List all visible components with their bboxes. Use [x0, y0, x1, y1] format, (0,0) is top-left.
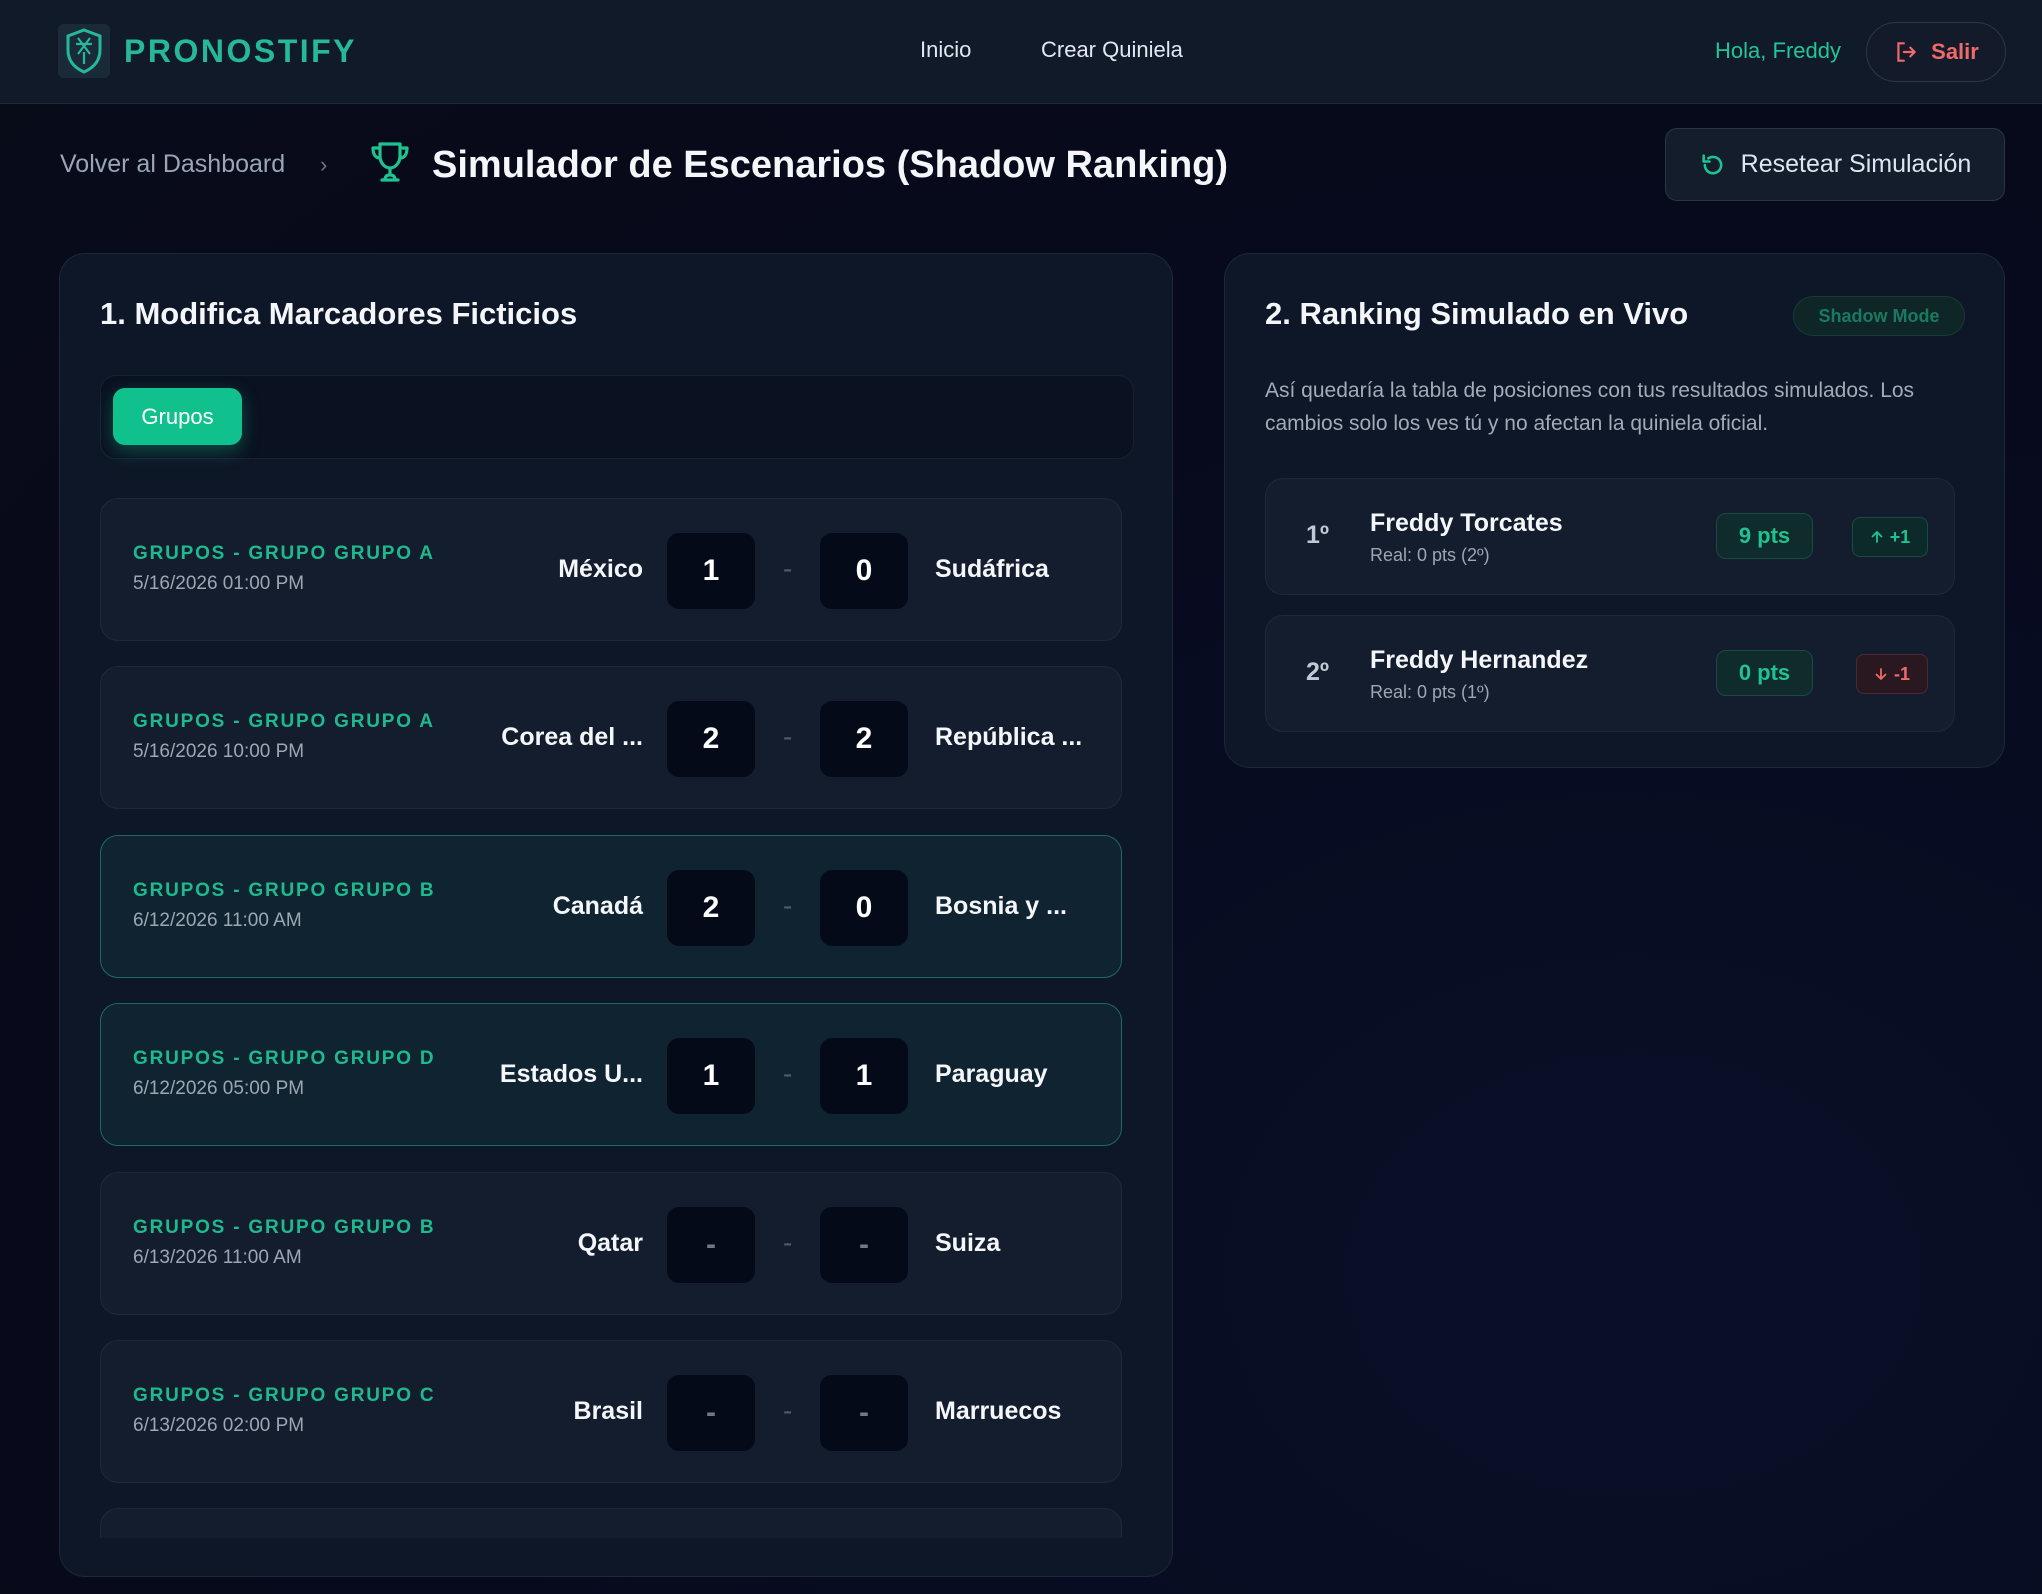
reset-icon	[1702, 153, 1723, 174]
score-separator: -	[783, 721, 793, 752]
position-change-badge: -1	[1856, 654, 1928, 694]
away-team: Marruecos	[935, 1397, 1062, 1425]
home-score-input[interactable]: 2	[667, 870, 755, 946]
ranking-row: 2º Freddy Hernandez Real: 0 pts (1º) 0 p…	[1265, 615, 1955, 732]
home-team: Estados U...	[499, 1060, 643, 1088]
score-separator: -	[783, 1395, 793, 1426]
away-score-input[interactable]: 1	[820, 1038, 908, 1114]
user-greeting: Hola, Freddy	[1715, 38, 1841, 63]
away-score-input[interactable]: -	[820, 1207, 908, 1283]
position-change-badge: +1	[1852, 517, 1928, 557]
top-navbar: PRONOSTIFY Inicio Crear Quiniela Hola, F…	[0, 0, 2042, 104]
away-team: Suiza	[935, 1229, 1001, 1257]
match-list[interactable]: GRUPOS - GRUPO GRUPO A 5/16/2026 01:00 P…	[100, 498, 1122, 1538]
away-score-input[interactable]: 2	[820, 701, 908, 777]
away-score-input[interactable]: 0	[820, 533, 908, 609]
chevron-right-icon: ›	[320, 152, 328, 177]
away-score-input[interactable]: 0	[820, 870, 908, 946]
match-date: 6/13/2026 02:00 PM	[133, 1415, 305, 1436]
match-date: 6/13/2026 11:00 AM	[133, 1247, 302, 1268]
ranking-panel-title: 2. Ranking Simulado en Vivo	[1265, 296, 1689, 331]
score-separator: -	[783, 1058, 793, 1089]
match-card: GRUPOS - GRUPO GRUPO D 6/12/2026 05:00 P…	[100, 1003, 1122, 1146]
scores-panel-title: 1. Modifica Marcadores Ficticios	[100, 296, 578, 331]
rank-position: 2º	[1306, 658, 1330, 686]
match-date: 5/16/2026 01:00 PM	[133, 573, 305, 594]
home-team: México	[558, 555, 643, 583]
shield-logo-icon	[58, 24, 110, 78]
away-team: República ...	[935, 723, 1083, 751]
reset-simulation-label: Resetear Simulación	[1740, 150, 1972, 178]
match-group: GRUPOS - GRUPO GRUPO A	[133, 711, 435, 732]
ranking-row: 1º Freddy Torcates Real: 0 pts (2º) 9 pt…	[1265, 478, 1955, 595]
score-separator: -	[783, 890, 793, 921]
real-standing: Real: 0 pts (2º)	[1370, 545, 1490, 565]
match-date: 5/16/2026 10:00 PM	[133, 741, 305, 762]
away-score-input[interactable]: -	[820, 1375, 908, 1451]
logout-button[interactable]: Salir	[1866, 22, 2006, 82]
match-group: GRUPOS - GRUPO GRUPO B	[133, 880, 436, 901]
score-separator: -	[783, 553, 793, 584]
player-name: Freddy Hernandez	[1370, 646, 1589, 674]
home-score-input[interactable]: -	[667, 1375, 755, 1451]
simulated-ranking-panel: 2. Ranking Simulado en Vivo Shadow Mode …	[1224, 253, 2005, 768]
page-title: Simulador de Escenarios (Shadow Ranking)	[432, 144, 1229, 186]
home-score-input[interactable]: 2	[667, 701, 755, 777]
logout-label: Salir	[1931, 39, 1979, 64]
score-separator: -	[783, 1227, 793, 1258]
brand-name: PRONOSTIFY	[124, 32, 358, 69]
match-group: GRUPOS - GRUPO GRUPO D	[133, 1048, 436, 1069]
arrow-up-icon	[1871, 531, 1883, 543]
logout-icon	[1897, 42, 1916, 62]
home-team: Corea del ...	[501, 723, 643, 751]
match-card: GRUPOS - GRUPO GRUPO A 5/16/2026 01:00 P…	[100, 498, 1122, 641]
points-badge: 9 pts	[1716, 513, 1813, 559]
match-card	[100, 1508, 1122, 1538]
match-date: 6/12/2026 05:00 PM	[133, 1078, 305, 1099]
home-score-input[interactable]: -	[667, 1207, 755, 1283]
player-name: Freddy Torcates	[1370, 509, 1563, 537]
away-team: Paraguay	[935, 1060, 1048, 1088]
match-card: GRUPOS - GRUPO GRUPO A 5/16/2026 10:00 P…	[100, 666, 1122, 809]
real-standing: Real: 0 pts (1º)	[1370, 682, 1490, 702]
away-team: Sudáfrica	[935, 555, 1049, 583]
fictitious-scores-panel: 1. Modifica Marcadores Ficticios Grupos …	[59, 253, 1173, 1577]
nav-link-crear-quiniela[interactable]: Crear Quiniela	[1041, 37, 1183, 63]
match-card: GRUPOS - GRUPO GRUPO C 6/13/2026 02:00 P…	[100, 1340, 1122, 1483]
points-badge: 0 pts	[1716, 650, 1813, 696]
nav-link-inicio[interactable]: Inicio	[920, 37, 971, 63]
tab-grupos[interactable]: Grupos	[113, 388, 242, 445]
home-team: Brasil	[573, 1397, 643, 1425]
trophy-icon	[371, 142, 409, 182]
match-group: GRUPOS - GRUPO GRUPO A	[133, 543, 435, 564]
brand-logo[interactable]: PRONOSTIFY	[58, 24, 357, 78]
stage-tabs: Grupos	[100, 375, 1134, 459]
match-date: 6/12/2026 11:00 AM	[133, 910, 302, 931]
shadow-mode-badge: Shadow Mode	[1793, 296, 1965, 336]
rank-position: 1º	[1306, 521, 1330, 549]
match-card: GRUPOS - GRUPO GRUPO B 6/12/2026 11:00 A…	[100, 835, 1122, 978]
reset-simulation-button[interactable]: Resetear Simulación	[1665, 128, 2005, 201]
match-group: GRUPOS - GRUPO GRUPO C	[133, 1385, 436, 1406]
match-card: GRUPOS - GRUPO GRUPO B 6/13/2026 11:00 A…	[100, 1172, 1122, 1315]
position-change-value: +1	[1889, 526, 1911, 547]
home-team: Canadá	[552, 892, 643, 920]
arrow-down-icon	[1875, 668, 1887, 680]
home-team: Qatar	[577, 1229, 643, 1257]
ranking-description: Así quedaría la tabla de posiciones con …	[1265, 379, 1915, 435]
home-score-input[interactable]: 1	[667, 1038, 755, 1114]
match-group: GRUPOS - GRUPO GRUPO B	[133, 1217, 436, 1238]
away-team: Bosnia y ...	[935, 892, 1067, 920]
back-to-dashboard-link[interactable]: Volver al Dashboard	[60, 150, 285, 179]
home-score-input[interactable]: 1	[667, 533, 755, 609]
position-change-value: -1	[1893, 663, 1910, 684]
